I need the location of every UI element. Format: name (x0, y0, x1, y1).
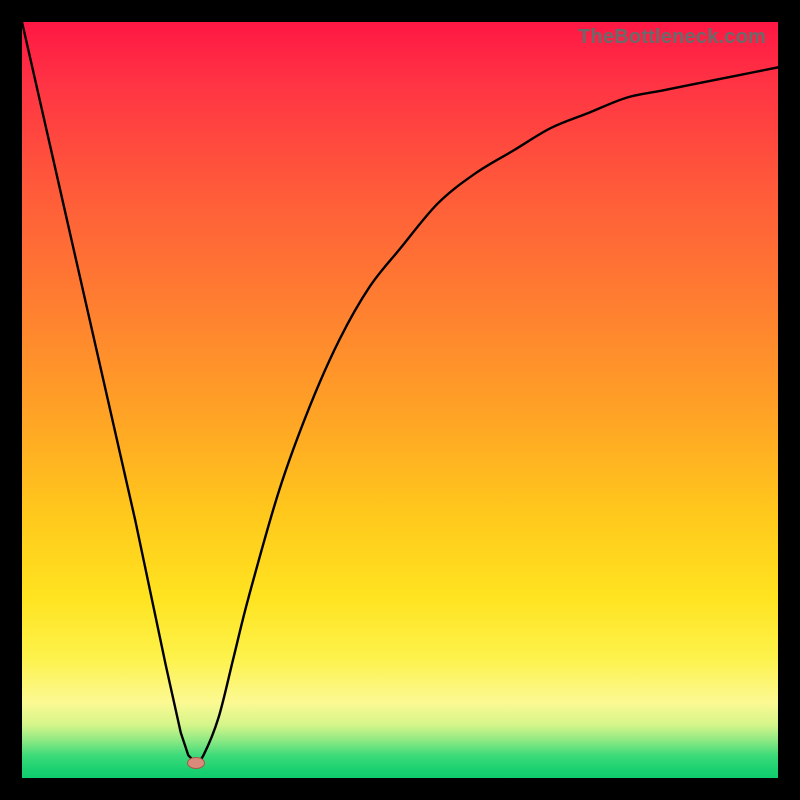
bottleneck-curve (22, 22, 778, 778)
chart-frame: TheBottleneck.com (0, 0, 800, 800)
minimum-marker (187, 757, 205, 769)
attribution-text: TheBottleneck.com (578, 26, 766, 49)
plot-area: TheBottleneck.com (22, 22, 778, 778)
